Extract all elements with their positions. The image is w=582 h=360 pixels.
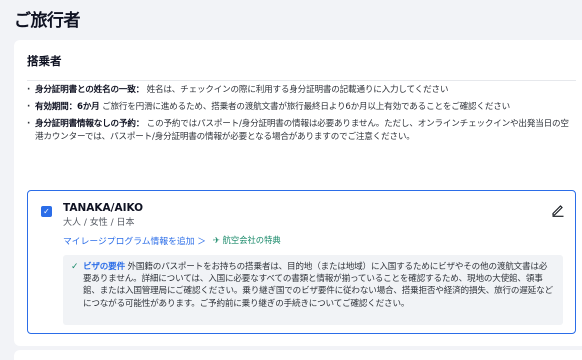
note-label: 身分証明書との姓名の一致： bbox=[35, 85, 145, 95]
note-text: ご旅行を円滑に進めるため、搭乗者の渡航文書が旅行最終日より6か月以上有効であるこ… bbox=[102, 102, 511, 112]
passenger-card: 搭乗者 身分証明書との姓名の一致： 姓名は、チェックインの際に利用する身分証明書… bbox=[14, 40, 582, 346]
perk-icon: ✈ bbox=[213, 235, 220, 245]
visa-title[interactable]: ビザの要件 bbox=[83, 262, 125, 272]
add-mileage-link[interactable]: マイレージプログラム情報を追加 ＞ bbox=[63, 234, 206, 247]
perk-badge[interactable]: ✈ 航空会社の特典 bbox=[213, 234, 281, 246]
passenger-item[interactable]: ✓ TANAKA/AIKO 大人 / 女性 / 日本 マイレージプログラム情報を… bbox=[27, 190, 576, 334]
checkbox-checked-icon[interactable]: ✓ bbox=[41, 206, 52, 217]
note-label: 有効期間：6か月 bbox=[35, 102, 100, 112]
visa-text: 外国籍のパスポートをお持ちの搭乗者は、目的地（または地域）に入国するためにビザや… bbox=[83, 262, 553, 309]
note-validity: 有効期間：6か月 ご旅行を円滑に進めるため、搭乗者の渡航文書が旅行最終日より6か… bbox=[27, 101, 576, 114]
divider bbox=[27, 80, 576, 81]
note-name-match: 身分証明書との姓名の一致： 姓名は、チェックインの際に利用する身分証明書の記載通… bbox=[27, 84, 576, 97]
perk-label: 航空会社の特典 bbox=[222, 235, 281, 245]
notes-list: 身分証明書との姓名の一致： 姓名は、チェックインの際に利用する身分証明書の記載通… bbox=[27, 84, 576, 148]
page-title: ご旅行者 bbox=[14, 11, 81, 31]
pencil-icon[interactable] bbox=[551, 203, 565, 217]
note-no-id-booking: 身分証明書情報なしの予約： この予約ではパスポート/身分証明書の情報は必要ありま… bbox=[27, 118, 576, 144]
section-title: 搭乗者 bbox=[27, 54, 62, 68]
note-label: 身分証明書情報なしの予約： bbox=[35, 119, 145, 129]
note-text: 姓名は、チェックインの際に利用する身分証明書の記載通りに入力してください bbox=[146, 85, 449, 95]
checkmark-icon: ✓ bbox=[71, 262, 79, 272]
visa-requirement-box: ✓ ビザの要件 外国籍のパスポートをお持ちの搭乗者は、目的地（または地域）に入国… bbox=[63, 255, 563, 325]
next-card-edge bbox=[14, 350, 582, 360]
passenger-meta: 大人 / 女性 / 日本 bbox=[63, 218, 135, 228]
passenger-name: TANAKA/AIKO bbox=[63, 202, 144, 214]
